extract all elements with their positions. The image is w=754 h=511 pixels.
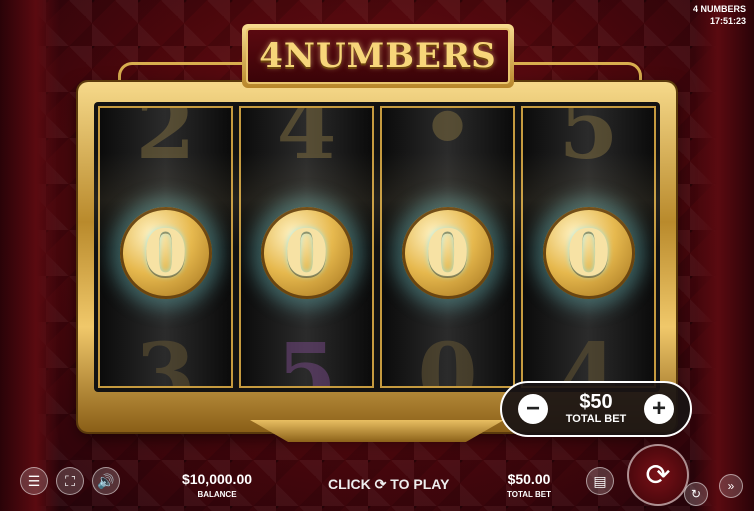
reel-4-bottom-symbol: 4	[558, 325, 619, 388]
reel-1: 2 0 3	[98, 106, 233, 388]
paytable-button[interactable]: ▤	[586, 467, 614, 495]
total-bet-label: TOTAL BET	[507, 490, 551, 499]
reel-3-bottom-symbol: 0	[417, 325, 478, 388]
reel-1-center-symbol: 0	[119, 207, 212, 299]
reel-3: • 0 0	[380, 106, 515, 388]
total-bet-display: $50.00 TOTAL BET	[494, 471, 564, 499]
reels-area: 2 0 3 4 0 5 • 0 0 5 0 4	[94, 102, 660, 392]
balance-label: BALANCE	[197, 490, 237, 499]
reel-3-center-symbol: 0	[401, 207, 494, 299]
refresh-icon: ⟳	[374, 476, 387, 492]
reel-2-top-symbol: 4	[276, 106, 337, 179]
reel-3-top-symbol: •	[420, 106, 475, 179]
spin-button[interactable]: ⟳	[627, 444, 689, 506]
reel-2-center-symbol: 0	[260, 207, 353, 299]
reel-1-bottom-symbol: 3	[135, 325, 196, 388]
bet-panel: − $50 TOTAL BET +	[500, 381, 692, 437]
top-info: 4 NUMBERS 17:51:23	[693, 3, 746, 27]
fullscreen-button[interactable]: ⛶	[56, 467, 84, 495]
sound-icon: 🔊	[97, 472, 115, 489]
paytable-icon: ▤	[593, 472, 607, 489]
clock: 17:51:23	[709, 16, 746, 26]
spin-icon: ⟳	[645, 458, 671, 492]
autoplay-icon: ↻	[690, 487, 702, 501]
reel-4-top-symbol: 5	[558, 106, 619, 179]
fullscreen-icon: ⛶	[65, 472, 75, 489]
reel-2: 4 0 5	[239, 106, 374, 388]
curtain-right	[694, 0, 754, 511]
plus-icon: +	[651, 395, 666, 422]
reel-2-bottom-symbol: 5	[276, 325, 337, 388]
sound-button[interactable]: 🔊	[92, 467, 120, 495]
reel-4: 5 0 4	[521, 106, 656, 388]
balance-value: $10,000.00	[181, 471, 253, 487]
total-bet-value: $50.00	[507, 471, 551, 487]
click-to-play[interactable]: CLICK ⟳ TO PLAY	[328, 476, 449, 493]
menu-icon: ☰	[27, 472, 41, 489]
frame-bottom-ornament	[250, 420, 504, 442]
logo-text: 4NUMBERS	[259, 36, 497, 76]
balance-display: $10,000.00 BALANCE	[172, 471, 262, 499]
increase-bet-button[interactable]: +	[644, 394, 674, 424]
game-title: 4 NUMBERS	[692, 4, 746, 14]
curtain-left	[0, 0, 60, 511]
turbo-button[interactable]: »	[719, 474, 743, 498]
menu-button[interactable]: ☰	[20, 467, 48, 495]
reel-1-top-symbol: 2	[135, 106, 196, 179]
game-logo: 4NUMBERS	[242, 24, 514, 88]
turbo-icon: »	[727, 479, 735, 493]
autoplay-button[interactable]: ↻	[684, 482, 708, 506]
reel-4-center-symbol: 0	[542, 207, 635, 299]
